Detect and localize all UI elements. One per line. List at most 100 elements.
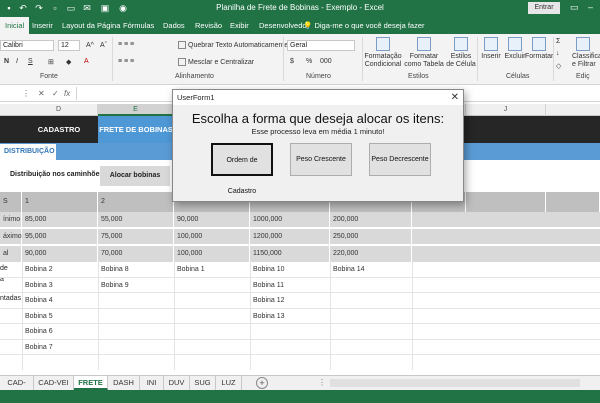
bobina-cell[interactable]: Bobina 11: [250, 278, 330, 293]
format-cells-icon: [532, 37, 546, 51]
sheet-tab-luz[interactable]: LUZ: [216, 376, 242, 390]
sheet-tab-dash[interactable]: DASH: [108, 376, 140, 390]
align-top-icon[interactable]: ≡ ≡ ≡: [118, 41, 134, 48]
table-cell[interactable]: 90,000: [22, 246, 98, 262]
ordem-cadastro-button[interactable]: Ordem de Cadastro: [211, 143, 273, 195]
bobina-cell[interactable]: Bobina 10: [250, 262, 330, 277]
italic-button[interactable]: I: [16, 58, 18, 65]
table-cell[interactable]: 1000,000: [250, 212, 330, 228]
sheet-tab-duv[interactable]: DUV: [164, 376, 190, 390]
font-name-select[interactable]: Calibri: [0, 40, 54, 51]
table-cell[interactable]: 1150,000: [250, 246, 330, 262]
table-cell[interactable]: 75,000: [98, 229, 174, 245]
table-cell[interactable]: 70,000: [98, 246, 174, 262]
bobina-cell[interactable]: Bobina 8: [98, 262, 174, 277]
table-cell[interactable]: 55,000: [98, 212, 174, 228]
peso-crescente-button[interactable]: Peso Crescente: [290, 143, 352, 176]
insert-cells-button[interactable]: Inserir: [479, 37, 503, 61]
bobina-cell[interactable]: Bobina 12: [250, 293, 330, 308]
underline-button[interactable]: S: [28, 58, 33, 65]
table-cell[interactable]: 220,000: [330, 246, 412, 262]
increase-font-icon[interactable]: A^: [86, 42, 94, 49]
table-cell[interactable]: 100,000: [174, 246, 250, 262]
cell-styles-button[interactable]: Estilos de Célula: [446, 37, 476, 69]
percent-button[interactable]: %: [306, 58, 312, 65]
minimize-icon[interactable]: –: [588, 2, 593, 12]
bobina-cell[interactable]: Bobina 14: [330, 262, 412, 277]
bobina-cell[interactable]: Bobina 9: [98, 278, 174, 293]
ribbon-options-icon[interactable]: ▭: [570, 2, 579, 13]
cancel-formula-icon[interactable]: ✕: [38, 89, 45, 98]
table-cell[interactable]: 100,000: [174, 229, 250, 245]
sheet-tab-ini[interactable]: INI: [140, 376, 164, 390]
tab-options-icon[interactable]: ⋮: [318, 378, 326, 387]
merge-center-button[interactable]: Mesclar e Centralizar: [178, 58, 254, 66]
bold-button[interactable]: N: [4, 58, 9, 65]
bobina-cell[interactable]: Bobina 3: [22, 278, 98, 293]
font-color-icon[interactable]: A: [84, 58, 89, 65]
conditional-format-button[interactable]: Formatação Condicional: [364, 37, 402, 69]
group-styles-label: Estilos: [408, 73, 429, 80]
number-format-select[interactable]: Geral: [287, 40, 355, 51]
tab-exibir[interactable]: Exibir: [225, 17, 254, 34]
bobina-cell[interactable]: Bobina 4: [22, 293, 98, 308]
alocar-bobinas-button[interactable]: Alocar bobinas: [100, 166, 170, 186]
tell-me-search[interactable]: 💡 Diga-me o que você deseja fazer: [303, 17, 425, 34]
sheet-tab-cad-bob[interactable]: CAD-BOB: [0, 376, 34, 401]
table-cell[interactable]: 85,000: [22, 212, 98, 228]
fill-color-icon[interactable]: ◆: [66, 58, 71, 66]
name-box-dropdown-icon[interactable]: ⋮: [22, 89, 30, 98]
sheet-tab-frete[interactable]: FRETE: [74, 376, 108, 390]
subtab-distribuicao[interactable]: DISTRIBUIÇÃO: [0, 144, 56, 160]
dialog-heading: Escolha a forma que deseja alocar os ite…: [191, 111, 445, 126]
wrap-text-button[interactable]: Quebrar Texto Automaticamente: [178, 41, 288, 49]
font-size-select[interactable]: 12: [58, 40, 80, 51]
borders-icon[interactable]: ⊞: [48, 58, 54, 66]
add-sheet-icon[interactable]: +: [256, 377, 268, 389]
bobina-cell[interactable]: Bobina 5: [22, 309, 98, 324]
close-icon[interactable]: ✕: [451, 90, 459, 105]
sheet-tab-sug[interactable]: SUG: [190, 376, 216, 390]
tab-inserir[interactable]: Inserir: [27, 17, 58, 34]
enter-formula-icon[interactable]: ✓: [52, 89, 59, 98]
horizontal-scrollbar[interactable]: [330, 379, 580, 387]
clear-icon[interactable]: ◇: [556, 62, 561, 70]
nav-cadastro-button[interactable]: CADASTRO: [20, 116, 98, 143]
insert-function-icon[interactable]: fx: [64, 89, 70, 98]
bobina-cell[interactable]: Bobina 13: [250, 309, 330, 324]
format-cells-button[interactable]: Formatar: [525, 37, 553, 61]
thousands-button[interactable]: 000: [320, 58, 332, 65]
table-cell[interactable]: 1200,000: [250, 229, 330, 245]
decrease-font-icon[interactable]: Aˇ: [100, 42, 107, 49]
sign-in-button[interactable]: Entrar: [528, 2, 560, 14]
bobina-cell[interactable]: Bobina 2: [22, 262, 98, 277]
tab-layout[interactable]: Layout da Página: [57, 17, 125, 34]
format-table-button[interactable]: Formatar como Tabela: [404, 37, 444, 69]
peso-decrescente-button[interactable]: Peso Decrescente: [369, 143, 431, 176]
table-cell[interactable]: 200,000: [330, 212, 412, 228]
bobina-cell[interactable]: Bobina 7: [22, 340, 98, 355]
userform-dialog: UserForm1 ✕ Escolha a forma que deseja a…: [172, 89, 464, 202]
tab-inicial[interactable]: Inicial: [0, 17, 30, 34]
tab-revisao[interactable]: Revisão: [190, 17, 227, 34]
align-left-icon[interactable]: ≡ ≡ ≡: [118, 58, 134, 65]
delete-cells-button[interactable]: Excluir: [503, 37, 527, 61]
nav-frete-bobinas-button[interactable]: FRETE DE BOBINAS: [98, 116, 174, 143]
table-cell[interactable]: 250,000: [330, 229, 412, 245]
autosum-icon[interactable]: Σ: [556, 38, 560, 45]
table-cell[interactable]: 90,000: [174, 212, 250, 228]
cell-styles-icon: [454, 37, 468, 51]
bobina-cell[interactable]: Bobina 1: [174, 262, 250, 277]
column-header[interactable]: E: [98, 104, 174, 116]
currency-icon[interactable]: $: [290, 58, 294, 65]
column-header[interactable]: J: [466, 104, 546, 116]
fill-icon[interactable]: ↓: [556, 50, 560, 57]
bobina-row: Bobina 2 Bobina 8 Bobina 1 Bobina 10 Bob…: [0, 262, 600, 278]
sort-filter-button[interactable]: Classificar e Filtrar: [572, 37, 600, 69]
sheet-tab-cad-vei[interactable]: CAD-VEI: [34, 376, 74, 390]
table-cell[interactable]: 95,000: [22, 229, 98, 245]
tab-dados[interactable]: Dados: [158, 17, 190, 34]
column-header[interactable]: D: [20, 104, 98, 116]
bobina-cell[interactable]: Bobina 6: [22, 324, 98, 339]
tab-formulas[interactable]: Fórmulas: [118, 17, 159, 34]
